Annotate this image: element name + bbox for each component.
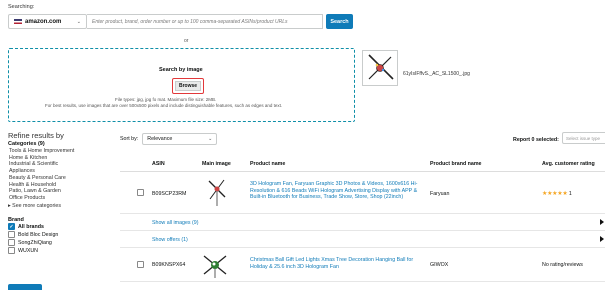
caret-right-icon: ▸ bbox=[8, 202, 11, 209]
product-image[interactable] bbox=[206, 177, 228, 209]
see-more-categories[interactable]: ▸ See more categories bbox=[8, 203, 118, 209]
category-item[interactable]: Industrial & Scientific bbox=[9, 161, 118, 168]
us-flag-icon bbox=[14, 19, 22, 24]
file-types-note: File types: jpg, jpg fo mat. Maximum fil… bbox=[115, 97, 217, 102]
categories-heading: Categories (9) bbox=[8, 141, 45, 147]
floating-action-tab[interactable] bbox=[8, 284, 42, 290]
uploaded-image-thumbnail bbox=[362, 50, 398, 86]
see-more-label: See more categories bbox=[12, 202, 62, 209]
search-button[interactable]: Search bbox=[326, 14, 353, 29]
brand-cell: GIWOX bbox=[430, 262, 449, 268]
show-all-images-link[interactable]: Show all images (9) bbox=[152, 220, 199, 226]
category-item[interactable]: Beauty & Personal Care bbox=[9, 175, 118, 182]
refine-sidebar: Refine results by Categories (9) Tools &… bbox=[8, 131, 118, 255]
category-item[interactable]: Office Products bbox=[9, 195, 118, 202]
browse-button[interactable]: Browse bbox=[175, 81, 201, 91]
chevron-down-icon: ⌄ bbox=[208, 136, 213, 142]
search-input[interactable]: Enter product, brand, order number or up… bbox=[87, 14, 323, 29]
chevron-down-icon: ⌄ bbox=[76, 18, 81, 25]
brand-filter-item[interactable]: SongZhiQiang bbox=[8, 239, 118, 247]
brand-label: WUXUN bbox=[18, 247, 39, 254]
product-image[interactable] bbox=[202, 252, 228, 280]
star-rating-icon: ★★★★★ bbox=[542, 191, 568, 197]
category-item[interactable]: Home & Kitchen bbox=[9, 155, 118, 162]
refine-title: Refine results by bbox=[8, 131, 64, 140]
categories-list: Tools & Home Improvement Home & Kitchen … bbox=[8, 148, 118, 202]
sort-by-label: Sort by: bbox=[120, 136, 139, 142]
brand-filter-item[interactable]: WUXUN bbox=[8, 247, 118, 255]
header-asin: ASIN bbox=[152, 161, 165, 167]
checkbox[interactable] bbox=[8, 231, 15, 239]
brand-label: All brands bbox=[18, 223, 44, 230]
report-selected-label: Report 0 selected: bbox=[513, 137, 559, 143]
header-avg-rating: Avg. customer rating bbox=[542, 161, 595, 167]
asin-cell: B09KNSPX64 bbox=[152, 262, 186, 268]
rating-cell: ★★★★★ 1 bbox=[542, 190, 572, 197]
search-row: amazon.com ⌄ Enter product, brand, order… bbox=[8, 14, 353, 29]
brand-label: SongZhiQiang bbox=[18, 239, 52, 246]
expand-arrow-icon[interactable] bbox=[600, 219, 604, 225]
issue-type-select[interactable]: Select issue type bbox=[562, 132, 605, 144]
expand-arrow-icon[interactable] bbox=[600, 236, 604, 242]
sort-by-control: Sort by: Relevance ⌄ bbox=[120, 133, 218, 145]
product-name-link[interactable]: Christmas Ball Gift Led Lights Xmas Tree… bbox=[250, 257, 420, 270]
show-images-row[interactable]: Show all images (9) bbox=[120, 214, 605, 231]
rating-count[interactable]: 1 bbox=[569, 191, 572, 197]
category-item[interactable]: Health & Household bbox=[9, 182, 118, 189]
brand-label: Bold Bloc Design bbox=[18, 231, 59, 238]
best-results-note: For best results, use images that are ov… bbox=[45, 103, 283, 108]
or-separator: or bbox=[184, 38, 189, 44]
dropzone-title: Search by image bbox=[159, 67, 203, 73]
marketplace-select[interactable]: amazon.com ⌄ bbox=[8, 14, 87, 29]
product-name-link[interactable]: 3D Hologram Fan, Faryuan Graphic 3D Phot… bbox=[250, 181, 430, 201]
header-main-image: Main image bbox=[202, 161, 231, 167]
category-item[interactable]: Appliances bbox=[9, 168, 118, 175]
browse-button-focus-ring[interactable]: Browse bbox=[172, 78, 204, 94]
sort-by-select[interactable]: Relevance ⌄ bbox=[142, 133, 218, 145]
image-dropzone[interactable]: Search by image Browse File types: jpg, … bbox=[8, 48, 355, 122]
show-offers-row[interactable]: Show offers (1) bbox=[120, 231, 605, 248]
checkbox-checked[interactable]: ✓ bbox=[8, 223, 15, 231]
checkbox[interactable] bbox=[8, 247, 15, 255]
brand-filter-all[interactable]: ✓ All brands bbox=[8, 223, 118, 231]
table-row: B09SCP23RM 3D Hologram Fan, Faryuan Grap… bbox=[120, 173, 605, 214]
checkbox[interactable] bbox=[8, 239, 15, 247]
sort-value: Relevance bbox=[147, 136, 173, 142]
uploaded-image-filename: 61yIsIFffvS._AC_SL1500_.jpg bbox=[403, 71, 470, 77]
searching-label: Searching: bbox=[8, 4, 35, 10]
rating-cell: No rating/reviews bbox=[542, 262, 583, 268]
header-product-name: Product name bbox=[250, 161, 286, 167]
header-brand-name: Product brand name bbox=[430, 161, 482, 167]
category-item[interactable]: Tools & Home Improvement bbox=[9, 148, 118, 155]
brand-cell: Faryuan bbox=[430, 191, 450, 197]
show-offers-link[interactable]: Show offers (1) bbox=[152, 237, 188, 243]
row-checkbox[interactable] bbox=[137, 261, 144, 268]
marketplace-label: amazon.com bbox=[25, 18, 62, 25]
asin-cell: B09SCP23RM bbox=[152, 191, 187, 197]
brand-filter-item[interactable]: Bold Bloc Design bbox=[8, 231, 118, 239]
table-header: ASIN Main image Product name Product bra… bbox=[120, 150, 605, 172]
category-item[interactable]: Patio, Lawn & Garden bbox=[9, 188, 118, 195]
table-row: B09KNSPX64 Christmas Ball Gift Led Light… bbox=[120, 248, 605, 282]
row-checkbox[interactable] bbox=[137, 189, 144, 196]
